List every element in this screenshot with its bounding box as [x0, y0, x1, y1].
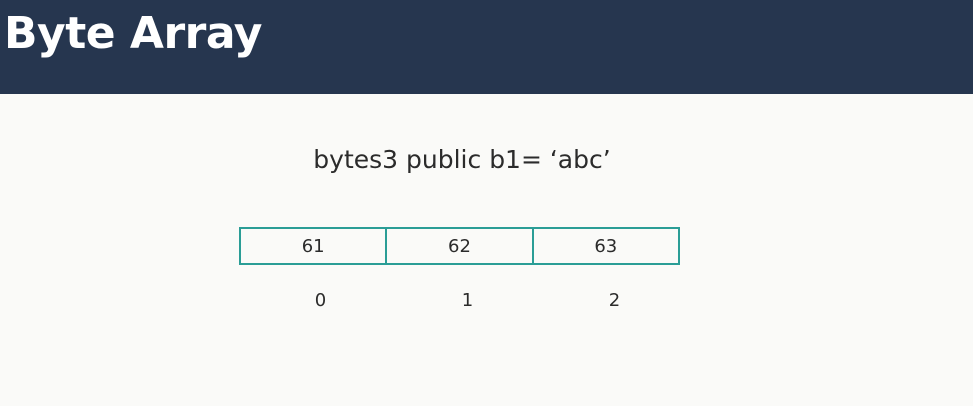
array-cell: 61 [301, 235, 325, 257]
byte-array-diagram: 61 62 63 [239, 227, 680, 265]
array-cell: 62 [385, 229, 531, 263]
array-index: 0 [314, 290, 327, 311]
page-title: Byte Array [4, 8, 262, 59]
array-indices: 0 1 2 [247, 289, 688, 313]
array-index: 1 [461, 290, 474, 311]
slide: Byte Array bytes3 public b1= ‘abc’ 61 62… [0, 0, 973, 406]
title-bar: Byte Array [0, 0, 973, 94]
array-index: 2 [608, 290, 621, 311]
code-declaration: bytes3 public b1= ‘abc’ [313, 145, 611, 174]
array-cell: 63 [531, 229, 678, 263]
